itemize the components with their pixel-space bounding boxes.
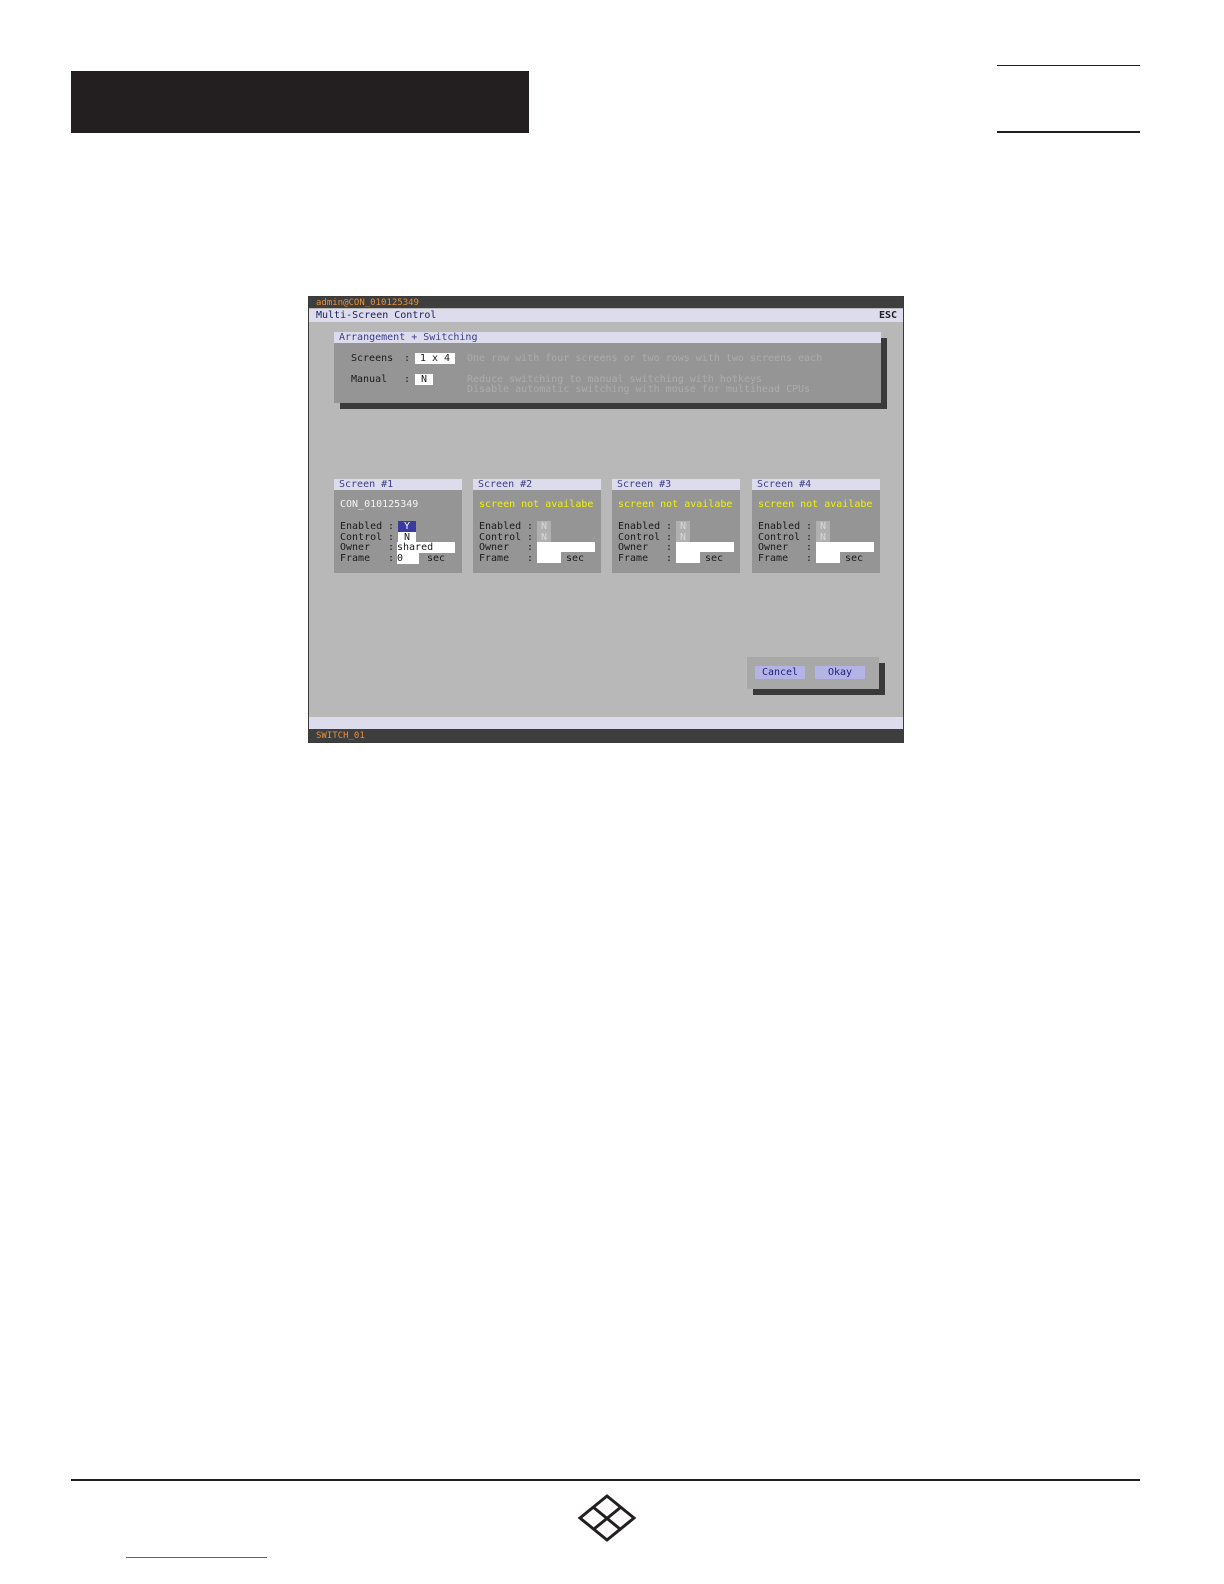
- owner-label: Owner: [479, 542, 510, 553]
- frame-unit: sec: [427, 553, 446, 564]
- owner-field[interactable]: [537, 542, 595, 552]
- button-box: Cancel Okay: [747, 657, 879, 689]
- header-rule-bottom: [997, 131, 1140, 133]
- screen-panel-1: Screen #1 CON_010125349 Enabled : Y Cont…: [334, 479, 462, 573]
- enabled-field[interactable]: N: [816, 521, 830, 532]
- frame-label: Frame: [479, 553, 510, 564]
- screen-panel-2: Screen #2 screen not availabe Enabled : …: [473, 479, 601, 573]
- screen-panel-3: Screen #3 screen not availabe Enabled : …: [612, 479, 740, 573]
- owner-field[interactable]: [816, 542, 874, 552]
- frame-unit: sec: [705, 553, 724, 564]
- enabled-field[interactable]: Y: [398, 521, 416, 532]
- frame-label: Frame: [758, 553, 789, 564]
- arrangement-panel-header: Arrangement + Switching: [334, 332, 881, 343]
- window-title-bar: Multi-Screen Control ESC: [309, 309, 903, 322]
- owner-sep: :: [388, 542, 395, 553]
- footer-link-underline[interactable]: [126, 1557, 267, 1558]
- owner-sep: :: [666, 542, 673, 553]
- owner-sep: :: [806, 542, 813, 553]
- screens-sep: :: [404, 353, 411, 364]
- frame-field[interactable]: [816, 552, 840, 563]
- window-title: Multi-Screen Control: [316, 310, 437, 321]
- enabled-field[interactable]: N: [537, 521, 551, 532]
- frame-sep: :: [527, 553, 534, 564]
- enabled-sep: :: [806, 521, 813, 532]
- frame-field[interactable]: [676, 552, 700, 563]
- arrangement-title: Arrangement + Switching: [339, 332, 478, 343]
- screen-unavailable-text: screen not availabe: [758, 499, 873, 510]
- screen-panel-header: Screen #1: [334, 479, 462, 490]
- frame-field[interactable]: [537, 552, 561, 563]
- screen-panel-title: Screen #1: [339, 479, 394, 490]
- screens-field[interactable]: 1 x 4: [415, 353, 455, 364]
- status-text: SWITCH_01: [316, 731, 365, 741]
- multi-screen-control-window: admin@CON_010125349 Multi-Screen Control…: [308, 296, 904, 743]
- manual-sep: :: [404, 374, 411, 385]
- screen-panel-header: Screen #2: [473, 479, 601, 490]
- enabled-label: Enabled: [618, 521, 661, 532]
- screen-panel-title: Screen #4: [757, 479, 812, 490]
- frame-sep: :: [388, 553, 395, 564]
- screens-label: Screens: [351, 353, 394, 364]
- esc-button[interactable]: ESC: [879, 310, 897, 321]
- cancel-button[interactable]: Cancel: [755, 666, 805, 679]
- enabled-label: Enabled: [479, 521, 522, 532]
- owner-field[interactable]: shared: [397, 542, 455, 553]
- owner-sep: :: [527, 542, 534, 553]
- header-rule-top: [997, 65, 1140, 66]
- screens-hint: One row with four screens or two rows wi…: [467, 353, 823, 364]
- manual-label: Manual: [351, 374, 388, 385]
- screen-panel-header: Screen #4: [752, 479, 880, 490]
- enabled-sep: :: [666, 521, 673, 532]
- frame-unit: sec: [566, 553, 585, 564]
- black-box-logo-icon: [577, 1494, 637, 1542]
- screen-unavailable-text: screen not availabe: [618, 499, 733, 510]
- frame-label: Frame: [618, 553, 649, 564]
- screen-panel-title: Screen #2: [478, 479, 533, 490]
- footer-rule: [71, 1479, 1140, 1481]
- enabled-field[interactable]: N: [676, 521, 690, 532]
- user-host-bar: admin@CON_010125349: [309, 297, 903, 308]
- arrangement-panel: Arrangement + Switching Screens : 1 x 4 …: [334, 332, 881, 403]
- frame-label: Frame: [340, 553, 371, 564]
- screen-panel-title: Screen #3: [617, 479, 672, 490]
- manual-field[interactable]: N: [415, 374, 433, 385]
- bottom-bar: [309, 717, 903, 729]
- frame-sep: :: [666, 553, 673, 564]
- screen-cpu-name: CON_010125349: [340, 499, 419, 510]
- enabled-label: Enabled: [340, 521, 383, 532]
- frame-field[interactable]: 0: [397, 553, 419, 564]
- page-header-bar: [71, 71, 529, 133]
- status-bar: SWITCH_01: [309, 729, 903, 742]
- owner-label: Owner: [618, 542, 649, 553]
- screen-unavailable-text: screen not availabe: [479, 499, 594, 510]
- okay-button[interactable]: Okay: [815, 666, 865, 679]
- owner-field[interactable]: [676, 542, 734, 552]
- manual-hint-2: Disable automatic switching with mouse f…: [467, 384, 811, 395]
- enabled-sep: :: [388, 521, 395, 532]
- frame-unit: sec: [845, 553, 864, 564]
- owner-label: Owner: [758, 542, 789, 553]
- enabled-label: Enabled: [758, 521, 801, 532]
- enabled-sep: :: [527, 521, 534, 532]
- screen-panel-header: Screen #3: [612, 479, 740, 490]
- screen-panel-4: Screen #4 screen not availabe Enabled : …: [752, 479, 880, 573]
- frame-sep: :: [806, 553, 813, 564]
- owner-label: Owner: [340, 542, 371, 553]
- user-host-label: admin@CON_010125349: [316, 298, 419, 308]
